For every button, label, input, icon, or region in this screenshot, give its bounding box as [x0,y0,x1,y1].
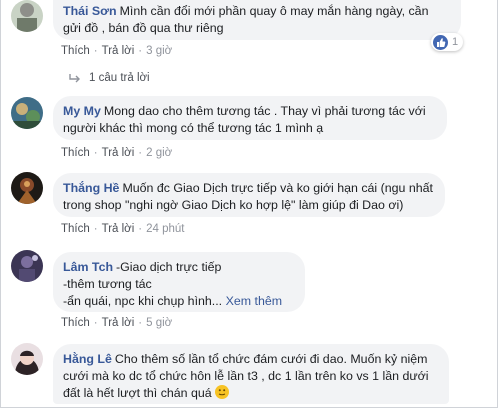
comment-text-line: gửi đồ , bán đồ qua thư riêng [63,21,224,35]
avatar[interactable] [11,97,43,129]
avatar[interactable] [11,250,43,282]
reaction-count: 1 [452,36,459,48]
comment-text-line: Mình cần đổi mới phần quay ô may mắn hàn… [119,4,429,18]
comment-text-line: trong shop "nghi ngờ Giao Dịch ko hợp lệ… [63,198,404,212]
comment-text-line: người khác thì mong có thể tương tác 1 m… [63,121,324,135]
avatar[interactable] [11,172,43,204]
reply-link[interactable]: Trả lời [102,45,135,57]
comment-text-line: đất là hết lượt thì chán quá [63,386,212,400]
comment-timestamp[interactable]: 5 giờ [146,317,172,329]
avatar-image [11,343,43,375]
comments-panel: Thái Sơn Mình cần đổi mới phần quay ô may… [0,0,498,408]
comment-bubble: Thắng Hề Muốn đc Giao Dịch trực tiếp và k… [53,173,445,217]
avatar[interactable] [11,0,43,32]
replies-count-label: 1 câu trả lời [89,72,150,84]
commenter-name[interactable]: Lâm Tch [63,260,113,274]
commenter-name[interactable]: My My [63,104,101,118]
comment-text-line: cưới mà ko dc tổ chức hôn lễ lần t3 , dc… [63,369,429,383]
commenter-name[interactable]: Hằng Lê [63,352,112,366]
like-link[interactable]: Thích [61,317,90,329]
commenter-name[interactable]: Thắng Hề [63,181,119,195]
comment-text-line: Mong dao cho thêm tương tác . Thay vì ph… [103,104,426,118]
view-replies-link[interactable]: 1 câu trả lời [69,72,150,84]
comment-actions: Thích · Trả lời · 24 phút [61,223,185,235]
reply-arrow-icon [69,74,80,83]
reaction-badge[interactable]: 1 [431,33,464,51]
avatar-image [11,97,43,129]
smile-emoji-icon [215,385,230,399]
reply-link[interactable]: Trả lời [102,317,135,329]
avatar-image [11,250,43,282]
comment-bubble: Lâm Tch -Giao dịch trực tiếp -thêm tương … [53,252,305,312]
reply-link[interactable]: Trả lời [102,223,135,235]
avatar-image [11,0,43,32]
comment-text-line: -thêm tương tác [63,277,152,291]
avatar[interactable] [11,343,43,375]
comment-timestamp[interactable]: 3 giờ [146,45,172,57]
thumbs-up-icon [433,34,448,50]
comment-bubble: My My Mong dao cho thêm tương tác . Thay … [53,96,447,140]
comment-text-line: Cho thêm số lần tổ chức đám cưới đi dao.… [114,352,428,366]
comment-text-line: -ẩn quái, npc khi chụp hình... [63,294,223,308]
comment-bubble: Thái Sơn Mình cần đổi mới phần quay ô may… [53,0,461,40]
reply-link[interactable]: Trả lời [102,147,135,159]
comment-timestamp[interactable]: 2 giờ [146,147,172,159]
like-link[interactable]: Thích [61,223,90,235]
avatar-image [11,172,43,204]
comment-text-line: -Giao dịch trực tiếp [116,260,222,274]
comment-bubble: Hằng Lê Cho thêm số lần tổ chức đám cưới … [53,344,449,404]
comment-actions: Thích · Trả lời · 5 giờ [61,317,173,329]
comment-actions: Thích · Trả lời · 2 giờ [61,147,173,159]
like-link[interactable]: Thích [61,147,90,159]
commenter-name[interactable]: Thái Sơn [63,4,117,18]
comment-timestamp[interactable]: 24 phút [146,223,184,235]
see-more-link[interactable]: Xem thêm [226,294,282,308]
comment-text-line: Muốn đc Giao Dịch trực tiếp và ko giới h… [122,181,433,195]
like-link[interactable]: Thích [61,45,90,57]
comment-actions: Thích · Trả lời · 3 giờ [61,45,173,57]
